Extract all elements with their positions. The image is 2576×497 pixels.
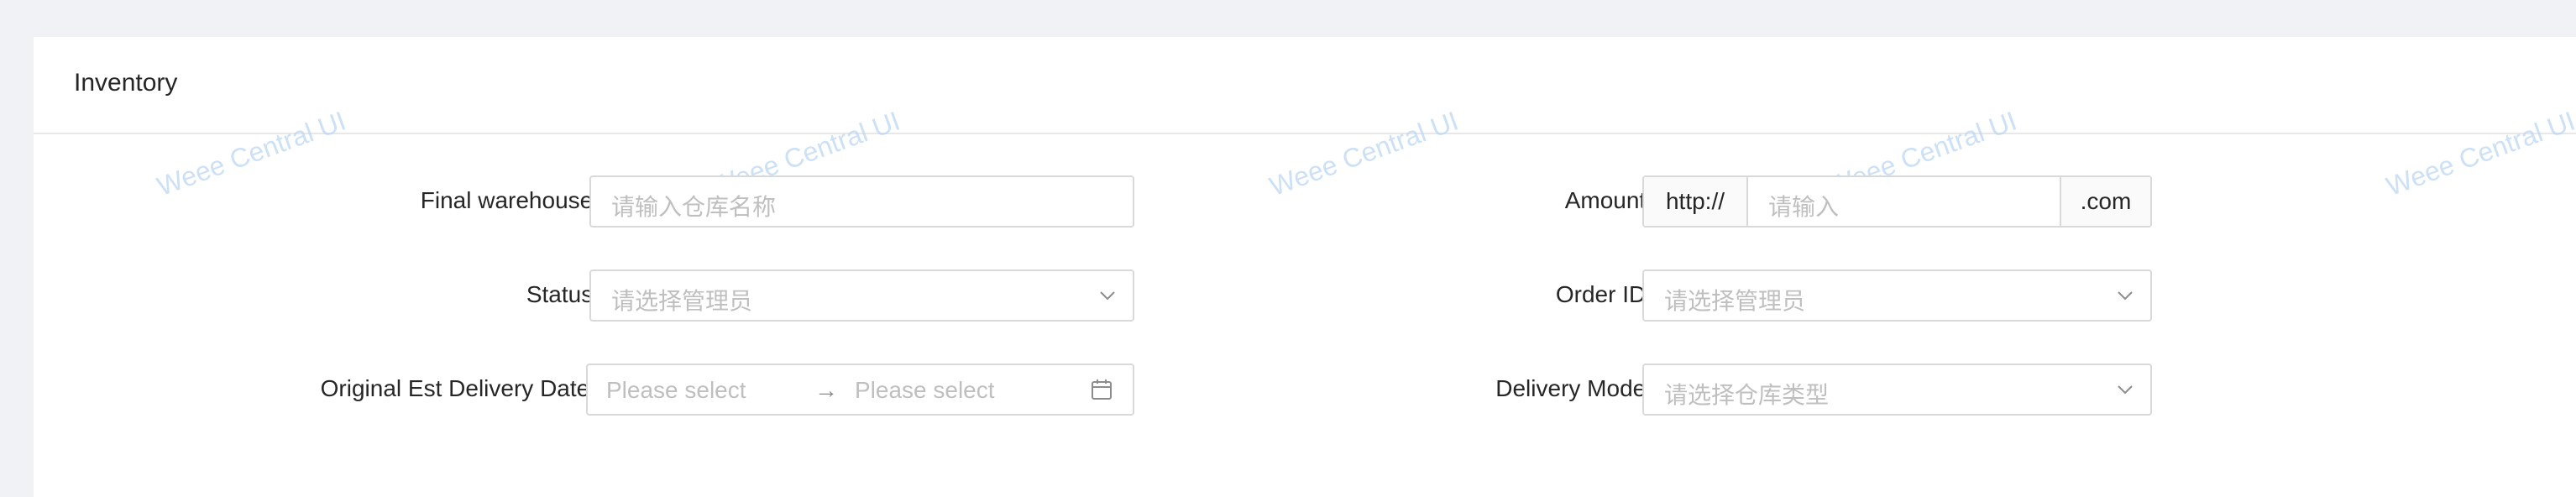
inventory-card: Inventory Weee Central UI Weee Central U… <box>34 37 2576 497</box>
delivery-mode-label: Delivery Mode: <box>1495 375 1657 401</box>
chevron-down-icon <box>2118 291 2133 301</box>
end-date-input[interactable]: Please select <box>855 377 995 404</box>
final-warehouse-label: Final warehouse: <box>420 187 605 213</box>
status-select[interactable]: 请选择管理员 <box>589 269 1134 322</box>
final-warehouse-input[interactable]: 请输入仓库名称 <box>589 175 1134 228</box>
range-separator-icon: → <box>814 377 838 403</box>
order-id-select[interactable]: 请选择管理员 <box>1642 269 2152 322</box>
delivery-mode-select[interactable]: 请选择仓库类型 <box>1642 364 2152 416</box>
original-est-delivery-date-range-picker[interactable]: Please select → Please select <box>586 364 1134 416</box>
card-title: Inventory <box>74 69 178 97</box>
chevron-down-icon <box>1100 291 1115 301</box>
start-date-input[interactable]: Please select <box>606 377 746 404</box>
order-id-placeholder: 请选择管理员 <box>1664 288 1806 314</box>
amount-input-group[interactable]: http:// 请输入 .com <box>1642 175 2152 228</box>
com-suffix-addon: .com <box>2060 177 2150 226</box>
amount-input[interactable]: 请输入 <box>1768 189 1839 222</box>
status-placeholder: 请选择管理员 <box>611 288 753 314</box>
original-est-delivery-date-label: Original Est Delivery Date: <box>320 375 601 401</box>
card-header: Inventory <box>34 37 2576 134</box>
chevron-down-icon <box>2118 385 2133 395</box>
calendar-icon <box>1092 379 1112 400</box>
http-prefix-addon: http:// <box>1644 177 1748 226</box>
delivery-mode-placeholder: 请选择仓库类型 <box>1664 382 1830 408</box>
final-warehouse-placeholder: 请输入仓库名称 <box>611 194 777 220</box>
